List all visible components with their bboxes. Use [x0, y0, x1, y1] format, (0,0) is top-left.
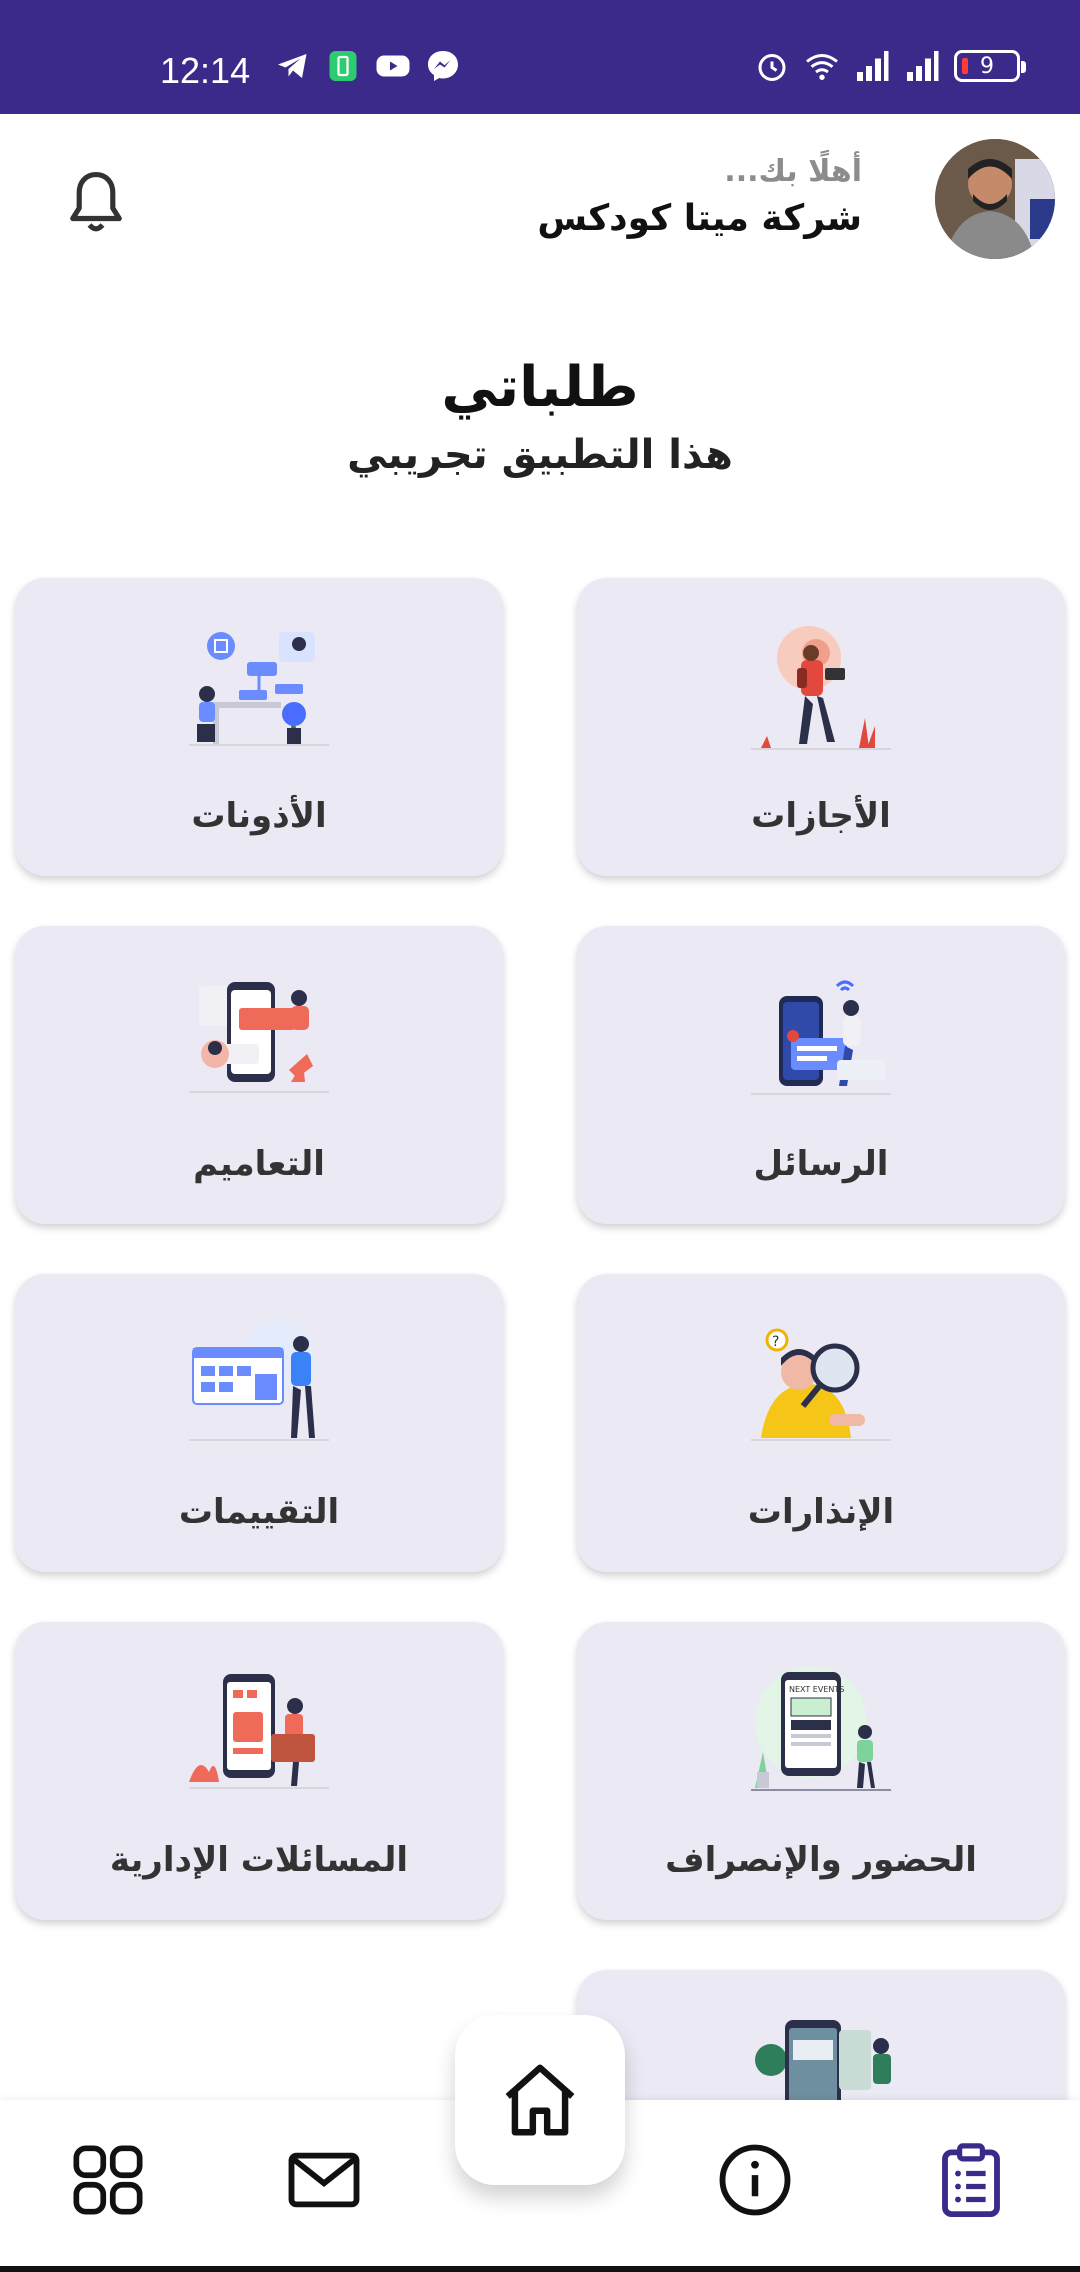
youtube-icon: [376, 55, 410, 77]
alarm-icon: [758, 54, 786, 81]
card-label: الحضور والإنصراف: [665, 1840, 977, 1880]
home-button[interactable]: [455, 2015, 625, 2185]
signal-icon: [907, 51, 939, 81]
info-icon: [719, 2144, 791, 2216]
card-label: الإنذارات: [747, 1492, 895, 1532]
card-evaluations[interactable]: التقييمات: [15, 1274, 503, 1572]
admin-inquiries-illustration: [189, 1674, 329, 1789]
nav-requests[interactable]: [931, 2140, 1011, 2220]
svg-text:NEXT EVENTS: NEXT EVENTS: [789, 1685, 844, 1694]
page-subtitle: هذا التطبيق تجريبي: [347, 432, 733, 478]
circulars-illustration: [189, 982, 329, 1093]
card-warnings[interactable]: ? الإنذارات: [577, 1274, 1065, 1572]
status-icons-right: 9: [754, 48, 1026, 84]
card-circulars[interactable]: التعاميم: [15, 926, 503, 1224]
greeting-text: أهلًا بك...: [724, 154, 862, 189]
header: أهلًا بك... شركة ميتا كودكس: [0, 114, 1080, 294]
status-icons-left: [275, 48, 461, 84]
avatar[interactable]: [935, 139, 1055, 259]
nav-grid[interactable]: [68, 2140, 148, 2220]
card-admin-inquiries[interactable]: المسائلات الإدارية: [15, 1622, 503, 1920]
status-time: 12:14: [160, 50, 251, 91]
home-indicator: [0, 2266, 1080, 2272]
card-permissions[interactable]: الأذونات: [15, 578, 503, 876]
battery-saver-icon: [329, 51, 357, 81]
card-label: الأجازات: [751, 796, 891, 836]
nav-info[interactable]: [715, 2140, 795, 2220]
mail-icon: [288, 2152, 360, 2208]
warnings-illustration: ?: [751, 1328, 891, 1441]
card-label: التقييمات: [178, 1492, 340, 1532]
card-vacations[interactable]: الأجازات: [577, 578, 1065, 876]
home-icon: [505, 2064, 575, 2136]
bell-icon[interactable]: [65, 169, 127, 237]
card-attendance[interactable]: NEXT EVENTS الحضور والإنصراف: [577, 1622, 1065, 1920]
messenger-icon: [428, 51, 458, 81]
status-bar: 12:14 9: [0, 0, 1080, 114]
permissions-illustration: [189, 632, 329, 746]
messages-illustration: [751, 980, 891, 1095]
page-title: طلباتي: [441, 355, 639, 420]
vacations-illustration: [751, 626, 891, 750]
company-name: شركة ميتا كودكس: [537, 198, 862, 239]
card-label: الأذونات: [191, 796, 327, 836]
clipboard-icon: [942, 2143, 1000, 2218]
signal-icon: [857, 51, 889, 81]
card-label: الرسائل: [753, 1144, 889, 1184]
telegram-icon: [278, 54, 307, 78]
battery-icon: 9: [954, 50, 1026, 82]
svg-text:?: ?: [772, 1334, 779, 1350]
card-label: المسائلات الإدارية: [109, 1840, 409, 1880]
grid-icon: [73, 2145, 143, 2215]
attendance-illustration: NEXT EVENTS: [751, 1666, 891, 1791]
battery-level: 9: [980, 53, 994, 79]
evaluations-illustration: [189, 1320, 329, 1441]
card-messages[interactable]: الرسائل: [577, 926, 1065, 1224]
wifi-icon: [806, 54, 838, 80]
nav-mail[interactable]: [284, 2140, 364, 2220]
card-label: التعاميم: [193, 1144, 325, 1184]
